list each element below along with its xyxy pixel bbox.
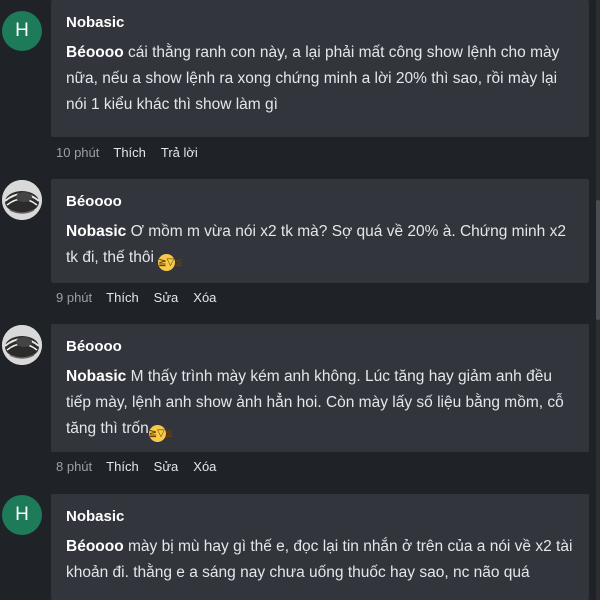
mention-link[interactable]: Béoooo <box>66 538 124 555</box>
mention-link[interactable]: Béoooo <box>66 44 124 61</box>
reply-button[interactable]: Trả lời <box>161 145 198 160</box>
comment-text: Béoooo cái thằng ranh con này, a lại phả… <box>66 40 575 118</box>
like-button[interactable]: Thích <box>106 290 139 305</box>
edit-button[interactable]: Sửa <box>154 290 179 305</box>
avatar[interactable]: H <box>2 495 42 535</box>
mention-link[interactable]: Nobasic <box>66 223 126 240</box>
grinning-squint-emoji-icon: ≧▽≦ <box>158 254 183 271</box>
comment-bubble: Béoooo Nobasic Ơ mồm m vừa nói x2 tk mà?… <box>51 179 589 283</box>
avatar[interactable]: H <box>2 11 42 51</box>
comment-author[interactable]: Nobasic <box>66 14 575 32</box>
comment-actions: 8 phút Thích Sửa Xóa <box>56 459 231 474</box>
delete-button[interactable]: Xóa <box>193 290 216 305</box>
comment-text: Nobasic M thấy trình mày kém anh không. … <box>66 364 575 442</box>
user-photo-icon <box>2 180 42 220</box>
avatar[interactable] <box>2 180 42 220</box>
comment-bubble: Béoooo Nobasic M thấy trình mày kém anh … <box>51 324 589 452</box>
comment-body: cái thằng ranh con này, a lại phải mất c… <box>66 44 560 113</box>
scrollbar[interactable] <box>596 0 600 600</box>
comment-bubble: Nobasic Béoooo cái thằng ranh con này, a… <box>51 0 589 137</box>
grinning-squint-emoji-icon: ≧▽≦ <box>148 425 173 442</box>
avatar-letter: H <box>15 504 29 525</box>
comment-time[interactable]: 8 phút <box>56 459 92 474</box>
comment-bubble: Nobasic Béoooo mày bị mù hay gì thế e, đ… <box>51 494 589 600</box>
comment-actions: 9 phút Thích Sửa Xóa <box>56 290 231 305</box>
avatar-letter: H <box>15 20 29 41</box>
comment-actions: 10 phút Thích Trả lời <box>56 145 213 160</box>
like-button[interactable]: Thích <box>106 459 139 474</box>
comment-body: Ơ mồm m vừa nói x2 tk mà? Sợ quá về 20% … <box>66 223 566 266</box>
comment-author[interactable]: Béoooo <box>66 193 575 211</box>
avatar[interactable] <box>2 325 42 365</box>
user-photo-icon <box>2 325 42 365</box>
comment-time[interactable]: 10 phút <box>56 145 99 160</box>
comment-author[interactable]: Nobasic <box>66 508 575 526</box>
edit-button[interactable]: Sửa <box>154 459 179 474</box>
mention-link[interactable]: Nobasic <box>66 368 126 385</box>
delete-button[interactable]: Xóa <box>193 459 216 474</box>
comment-time[interactable]: 9 phút <box>56 290 92 305</box>
scrollbar-thumb[interactable] <box>596 200 600 320</box>
comment-text: Nobasic Ơ mồm m vừa nói x2 tk mà? Sợ quá… <box>66 219 575 271</box>
like-button[interactable]: Thích <box>113 145 146 160</box>
comment-thread: H Nobasic Béoooo cái thằng ranh con này,… <box>0 0 596 600</box>
comment-text: Béoooo mày bị mù hay gì thế e, đọc lại t… <box>66 534 575 586</box>
comment-body: mày bị mù hay gì thế e, đọc lại tin nhắn… <box>66 538 573 581</box>
comment-author[interactable]: Béoooo <box>66 338 575 356</box>
comment-body: M thấy trình mày kém anh không. Lúc tăng… <box>66 368 564 437</box>
